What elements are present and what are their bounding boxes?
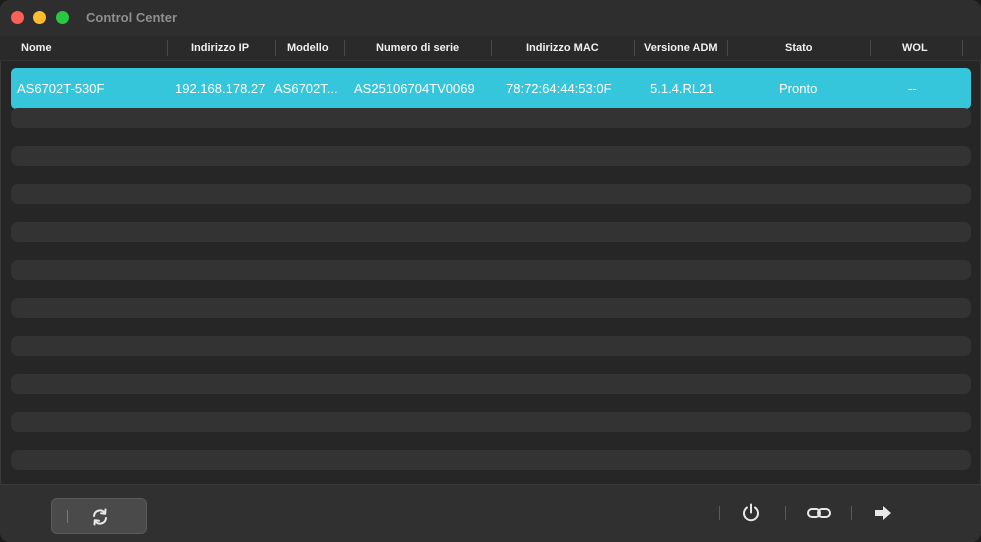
column-divider[interactable] bbox=[962, 40, 963, 56]
minimize-window-button[interactable] bbox=[33, 11, 46, 24]
power-icon[interactable] bbox=[740, 502, 762, 524]
device-wol: -- bbox=[908, 81, 917, 96]
column-divider[interactable] bbox=[727, 40, 728, 56]
table-row-empty[interactable] bbox=[11, 146, 971, 166]
column-header-numero-di-serie[interactable]: Numero di serie bbox=[376, 36, 459, 60]
column-divider[interactable] bbox=[167, 40, 168, 56]
table-row-empty[interactable] bbox=[11, 184, 971, 204]
device-serial: AS25106704TV0069 bbox=[354, 81, 475, 96]
arrow-right-icon[interactable] bbox=[872, 502, 894, 524]
table-row-selected[interactable]: AS6702T-530F 192.168.178.27 AS6702T... A… bbox=[11, 68, 971, 109]
window-title: Control Center bbox=[86, 10, 177, 25]
device-status: Pronto bbox=[779, 81, 818, 96]
maximize-window-button[interactable] bbox=[56, 11, 69, 24]
device-model: AS6702T... bbox=[274, 81, 338, 96]
device-mac: 78:72:64:44:53:0F bbox=[506, 81, 612, 96]
column-divider[interactable] bbox=[344, 40, 345, 56]
device-name: AS6702T-530F bbox=[17, 81, 105, 96]
table-row-empty[interactable] bbox=[11, 260, 971, 280]
table-row-empty[interactable] bbox=[11, 298, 971, 318]
device-ip: 192.168.178.27 bbox=[175, 81, 266, 96]
table-row-empty[interactable] bbox=[11, 108, 971, 128]
table-row-empty[interactable] bbox=[11, 374, 971, 394]
toolbar-divider bbox=[851, 506, 852, 520]
table-row-empty[interactable] bbox=[11, 336, 971, 356]
column-header-wol[interactable]: WOL bbox=[902, 36, 928, 60]
column-header-indirizzo-ip[interactable]: Indirizzo IP bbox=[191, 36, 249, 60]
table-row-empty[interactable] bbox=[11, 222, 971, 242]
refresh-button[interactable] bbox=[51, 498, 147, 534]
toolbar-divider bbox=[785, 506, 786, 520]
button-divider bbox=[67, 510, 68, 523]
column-header-stato[interactable]: Stato bbox=[785, 36, 813, 60]
refresh-icon bbox=[93, 508, 107, 526]
column-header-indirizzo-mac[interactable]: Indirizzo MAC bbox=[526, 36, 599, 60]
title-bar[interactable]: Control Center bbox=[0, 0, 981, 36]
link-icon[interactable] bbox=[806, 502, 832, 524]
table-header: Nome Indirizzo IP Modello Numero di seri… bbox=[0, 36, 981, 61]
column-divider[interactable] bbox=[491, 40, 492, 56]
column-divider[interactable] bbox=[275, 40, 276, 56]
column-header-versione-adm[interactable]: Versione ADM bbox=[644, 36, 718, 60]
toolbar-divider bbox=[719, 506, 720, 520]
column-header-modello[interactable]: Modello bbox=[287, 36, 329, 60]
column-header-nome[interactable]: Nome bbox=[21, 36, 52, 60]
column-divider[interactable] bbox=[634, 40, 635, 56]
device-adm-version: 5.1.4.RL21 bbox=[650, 81, 714, 96]
table-row-empty[interactable] bbox=[11, 412, 971, 432]
footer-toolbar bbox=[0, 484, 981, 542]
control-center-window: Control Center Nome Indirizzo IP Modello… bbox=[0, 0, 981, 542]
close-window-button[interactable] bbox=[11, 11, 24, 24]
column-divider[interactable] bbox=[870, 40, 871, 56]
table-row-empty[interactable] bbox=[11, 450, 971, 470]
